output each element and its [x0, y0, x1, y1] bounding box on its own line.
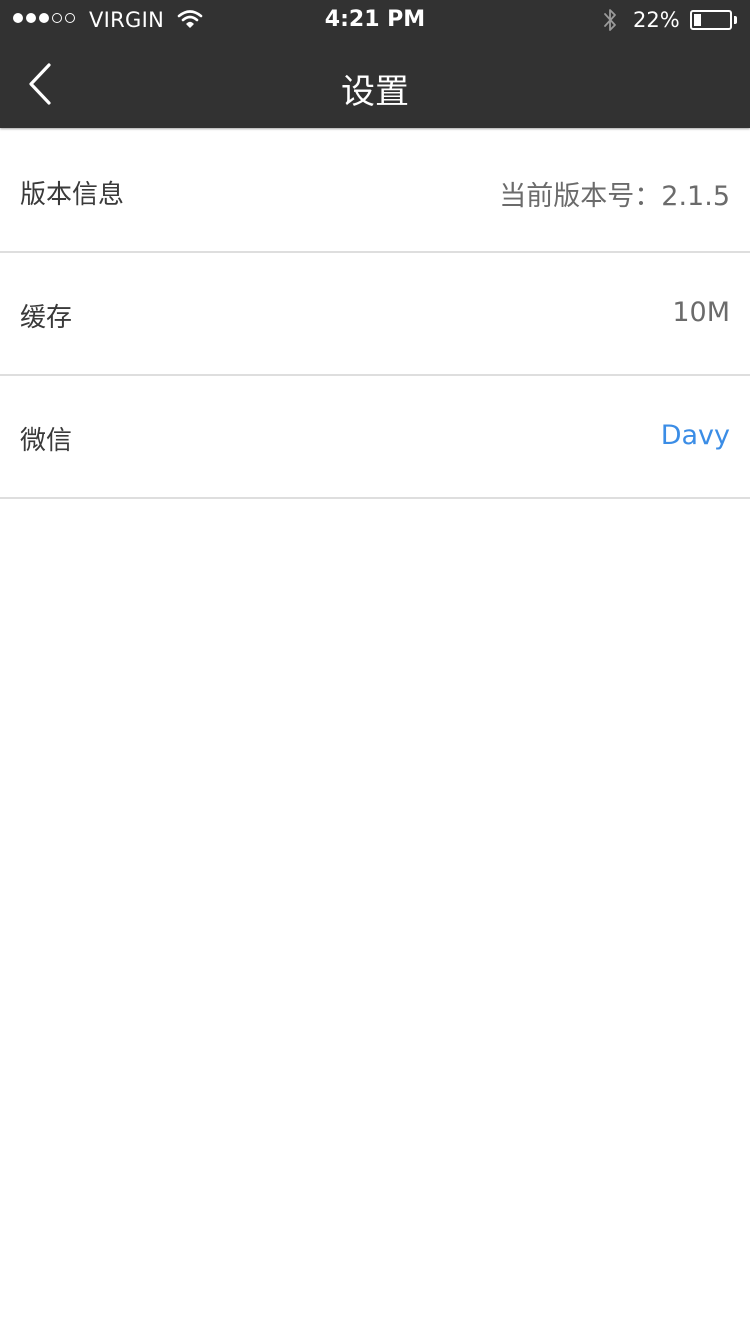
battery-tip	[734, 16, 737, 24]
battery-level	[694, 14, 701, 26]
settings-row-cache[interactable]: 缓存 10M	[0, 253, 750, 376]
settings-row-version[interactable]: 版本信息 当前版本号：2.1.5	[0, 130, 750, 253]
settings-list: 版本信息 当前版本号：2.1.5 缓存 10M 微信 Davy	[0, 130, 750, 499]
battery-icon	[690, 10, 732, 30]
top-bar: VIRGIN 4:21 PM 22% 设置	[0, 0, 750, 128]
cache-value: 10M	[672, 297, 730, 328]
cache-label: 缓存	[20, 303, 73, 333]
version-value: 当前版本号：2.1.5	[499, 181, 730, 212]
wechat-account-link[interactable]: Davy	[661, 420, 730, 451]
wechat-label: 微信	[20, 426, 73, 456]
bluetooth-icon	[604, 9, 616, 31]
settings-row-wechat[interactable]: 微信 Davy	[0, 376, 750, 499]
page-title: 设置	[341, 72, 409, 112]
chevron-left-icon[interactable]	[22, 60, 62, 108]
battery-percentage: 22%	[633, 8, 680, 32]
status-bar: VIRGIN 4:21 PM 22%	[0, 0, 750, 40]
version-label: 版本信息	[20, 180, 125, 210]
